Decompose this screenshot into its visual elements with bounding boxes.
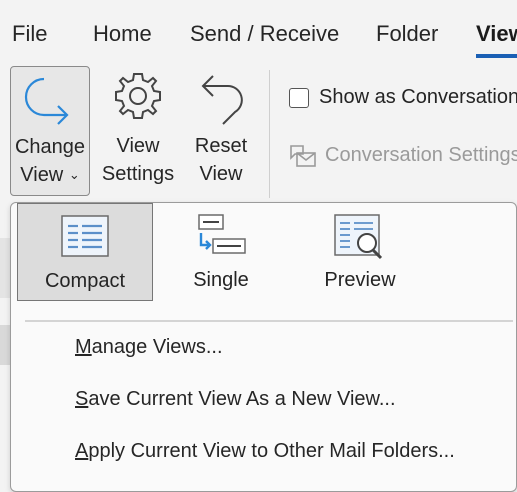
reset-view-label-1: Reset bbox=[194, 135, 248, 157]
compact-view-icon bbox=[61, 215, 109, 257]
menu-item-label: ave Current View As a New View... bbox=[88, 388, 396, 410]
reset-arrow-icon bbox=[201, 75, 243, 125]
ribbon-divider bbox=[269, 70, 270, 198]
ribbon: Change View ⌄ View Settings Reset View S… bbox=[0, 62, 517, 202]
manage-views-menu-item[interactable]: Manage Views... bbox=[75, 336, 223, 359]
change-view-button[interactable]: Change View ⌄ bbox=[10, 66, 90, 196]
save-current-view-menu-item[interactable]: Save Current View As a New View... bbox=[75, 388, 396, 411]
tab-view[interactable]: View bbox=[476, 20, 517, 48]
change-view-label-1: Change bbox=[14, 136, 86, 158]
change-view-label-2: View bbox=[20, 164, 64, 186]
conversation-settings-button[interactable]: Conversation Settings bbox=[289, 142, 517, 168]
show-as-conversations-option[interactable]: Show as Conversations bbox=[289, 86, 517, 109]
reset-view-button[interactable]: Reset View bbox=[183, 70, 259, 190]
view-settings-button[interactable]: View Settings bbox=[98, 70, 178, 190]
tab-folder[interactable]: Folder bbox=[376, 20, 438, 48]
background-pane bbox=[0, 238, 10, 298]
accelerator-key: M bbox=[75, 336, 92, 358]
accelerator-key: A bbox=[75, 440, 89, 462]
menu-item-label: anage Views... bbox=[91, 336, 223, 358]
apply-current-view-menu-item[interactable]: Apply Current View to Other Mail Folders… bbox=[75, 440, 455, 463]
view-settings-label-1: View bbox=[116, 135, 160, 157]
ribbon-tabs: File Home Send / Receive Folder View bbox=[0, 0, 517, 62]
tab-home[interactable]: Home bbox=[93, 20, 152, 48]
tab-send-receive[interactable]: Send / Receive bbox=[190, 20, 339, 48]
show-as-conversations-label: Show as Conversations bbox=[319, 86, 517, 108]
preview-view-icon bbox=[334, 214, 383, 260]
tab-file[interactable]: File bbox=[12, 20, 47, 48]
menu-divider bbox=[25, 320, 513, 322]
accelerator-key: S bbox=[75, 388, 89, 410]
gear-icon bbox=[115, 73, 161, 119]
menu-item-label: pply Current View to Other Mail Folders.… bbox=[88, 440, 455, 462]
change-view-arrow-icon bbox=[24, 77, 69, 125]
active-tab-indicator bbox=[476, 54, 517, 58]
view-option-preview[interactable]: Preview bbox=[292, 203, 428, 301]
view-option-compact[interactable]: Compact bbox=[17, 203, 153, 301]
conversation-settings-label: Conversation Settings bbox=[325, 143, 517, 166]
reset-view-label-2: View bbox=[199, 163, 243, 185]
view-settings-label-2: Settings bbox=[101, 163, 175, 185]
view-option-preview-label: Preview bbox=[324, 269, 396, 291]
conversation-settings-icon bbox=[290, 145, 316, 167]
chevron-down-icon: ⌄ bbox=[68, 167, 80, 182]
background-pane-row bbox=[0, 325, 10, 365]
view-option-compact-label: Compact bbox=[44, 270, 126, 292]
change-view-dropdown: Compact Single Preview Manage Views... S… bbox=[10, 202, 517, 492]
view-option-single-label: Single bbox=[193, 269, 249, 291]
show-as-conversations-checkbox[interactable] bbox=[289, 87, 309, 108]
single-view-icon bbox=[198, 214, 246, 254]
view-option-single[interactable]: Single bbox=[153, 203, 289, 301]
